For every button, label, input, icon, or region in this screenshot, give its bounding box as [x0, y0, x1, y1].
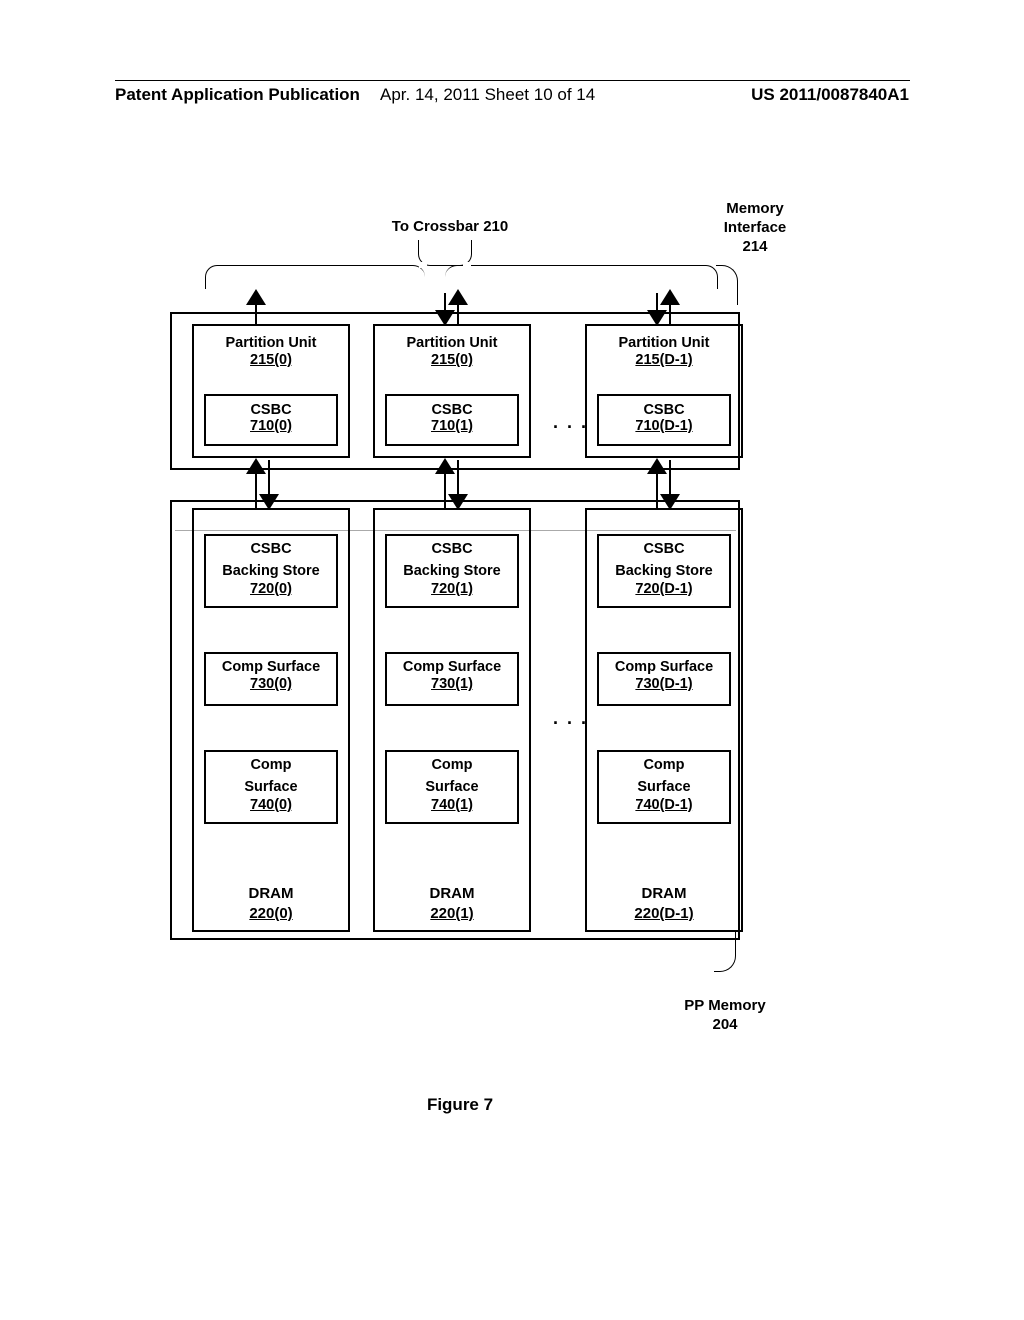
ellipsis-lower: . . . — [553, 708, 588, 729]
surface2-line1: Comp — [206, 757, 336, 774]
partition-unit-id: 215(D-1) — [587, 352, 741, 368]
backing-line2: Backing Store — [599, 563, 729, 580]
dram-id: 220(0) — [194, 905, 348, 922]
dram-id: 220(D-1) — [587, 905, 741, 922]
header-mid: Apr. 14, 2011 Sheet 10 of 14 — [380, 85, 595, 105]
mem-iface-line3: 214 — [742, 238, 767, 255]
partition-unit-1: Partition Unit 215(0) CSBC 710(1) — [373, 324, 531, 458]
comp-surface2-0: Comp Surface 740(0) — [204, 750, 338, 824]
partition-unit-id: 215(0) — [375, 352, 529, 368]
mem-iface-line2: Interface — [724, 219, 787, 236]
backing-id: 720(D-1) — [599, 581, 729, 597]
comp-surface2-d1: Comp Surface 740(D-1) — [597, 750, 731, 824]
partition-unit-label: Partition Unit — [375, 334, 529, 352]
ellipsis-upper: . . . — [553, 412, 588, 433]
header-rule — [115, 80, 910, 81]
page: Patent Application Publication Apr. 14, … — [0, 0, 1024, 1320]
partition-unit-label: Partition Unit — [194, 334, 348, 352]
surface-label: Comp Surface — [599, 659, 729, 676]
dram-d1: CSBC Backing Store 720(D-1) Comp Surface… — [585, 508, 743, 932]
backing-line2: Backing Store — [206, 563, 336, 580]
csbc-id: 710(D-1) — [599, 418, 729, 434]
dram-1: CSBC Backing Store 720(1) Comp Surface 7… — [373, 508, 531, 932]
pp-memory-line1: PP Memory — [684, 997, 765, 1014]
backing-line1: CSBC — [206, 541, 336, 558]
csbc-d1: CSBC 710(D-1) — [597, 394, 731, 446]
dram-0: CSBC Backing Store 720(0) Comp Surface 7… — [192, 508, 350, 932]
surface2-line2: Surface — [206, 779, 336, 796]
csbc-backing-0: CSBC Backing Store 720(0) — [204, 534, 338, 608]
csbc-label: CSBC — [387, 402, 517, 418]
dram-label: DRAM — [375, 885, 529, 902]
surface2-line2: Surface — [387, 779, 517, 796]
surface2-line2: Surface — [599, 779, 729, 796]
dram-label: DRAM — [587, 885, 741, 902]
partition-unit-d1: Partition Unit 215(D-1) CSBC 710(D-1) — [585, 324, 743, 458]
backing-line1: CSBC — [599, 541, 729, 558]
dram-id: 220(1) — [375, 905, 529, 922]
surface2-id: 740(D-1) — [599, 797, 729, 813]
dram-label: DRAM — [194, 885, 348, 902]
surface-id: 730(D-1) — [599, 676, 729, 692]
brace-mask — [463, 262, 471, 268]
backing-id: 720(1) — [387, 581, 517, 597]
backing-line1: CSBC — [387, 541, 517, 558]
surface2-line1: Comp — [599, 757, 729, 774]
surface-id: 730(1) — [387, 676, 517, 692]
surface2-line1: Comp — [387, 757, 517, 774]
csbc-1: CSBC 710(1) — [385, 394, 519, 446]
surface-label: Comp Surface — [387, 659, 517, 676]
backing-line2: Backing Store — [387, 563, 517, 580]
comp-surface-1: Comp Surface 730(1) — [385, 652, 519, 706]
header-right: US 2011/0087840A1 — [751, 85, 909, 105]
pp-memory-label: PP Memory 204 — [665, 997, 785, 1035]
csbc-id: 710(1) — [387, 418, 517, 434]
csbc-0: CSBC 710(0) — [204, 394, 338, 446]
comp-surface2-1: Comp Surface 740(1) — [385, 750, 519, 824]
csbc-label: CSBC — [206, 402, 336, 418]
figure-label: Figure 7 — [400, 1095, 520, 1115]
csbc-backing-d1: CSBC Backing Store 720(D-1) — [597, 534, 731, 608]
comp-surface-d1: Comp Surface 730(D-1) — [597, 652, 731, 706]
surface2-id: 740(0) — [206, 797, 336, 813]
brace-segment — [445, 265, 718, 289]
surface-label: Comp Surface — [206, 659, 336, 676]
csbc-backing-1: CSBC Backing Store 720(1) — [385, 534, 519, 608]
partition-unit-0: Partition Unit 215(0) CSBC 710(0) — [192, 324, 350, 458]
surface-id: 730(0) — [206, 676, 336, 692]
partition-unit-id: 215(0) — [194, 352, 348, 368]
backing-id: 720(0) — [206, 581, 336, 597]
memory-interface-label: Memory Interface 214 — [700, 200, 810, 256]
header-left: Patent Application Publication — [115, 85, 360, 105]
pp-memory-hook — [714, 930, 736, 972]
partition-unit-label: Partition Unit — [587, 334, 741, 352]
mem-iface-line1: Memory — [726, 200, 784, 217]
csbc-id: 710(0) — [206, 418, 336, 434]
crossbar-label: To Crossbar 210 — [365, 218, 535, 235]
mem-iface-hook — [716, 265, 738, 305]
pp-memory-line2: 204 — [712, 1016, 737, 1033]
csbc-label: CSBC — [599, 402, 729, 418]
surface2-id: 740(1) — [387, 797, 517, 813]
brace-mask — [419, 262, 427, 268]
brace-segment — [205, 265, 425, 289]
comp-surface-0: Comp Surface 730(0) — [204, 652, 338, 706]
